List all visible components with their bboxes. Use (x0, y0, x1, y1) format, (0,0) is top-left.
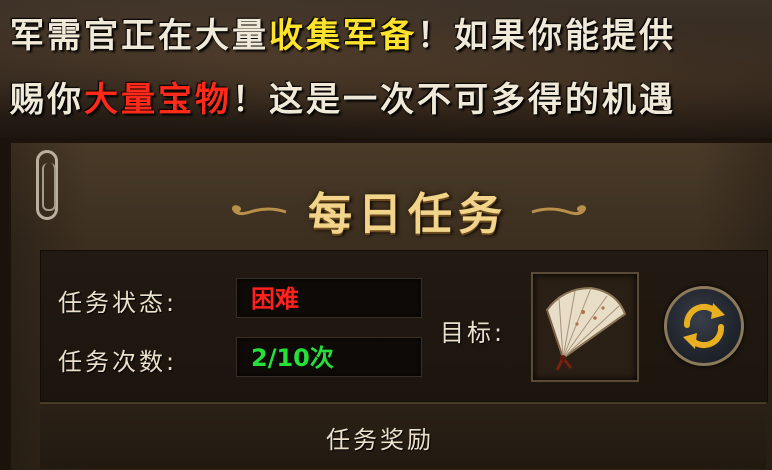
refresh-task-button[interactable] (664, 286, 744, 366)
target-item-slot[interactable] (531, 272, 639, 382)
task-status-value: 困难 (236, 278, 422, 318)
announcement-text: ！如果你能提供 (417, 16, 676, 56)
scroll-ornament-right-icon (531, 205, 586, 216)
task-status-label: 任务状态: (58, 289, 178, 317)
task-count-label: 任务次数: (58, 348, 178, 376)
task-info-box (40, 250, 768, 402)
task-count-value: 2/10次 (236, 337, 422, 377)
folding-fan-icon (545, 286, 627, 371)
panel-title: 每日任务 (308, 189, 508, 240)
target-label: 目标: (440, 319, 506, 347)
announcement-banner: 军需官正在大量收集军备！如果你能提供 赐你大量宝物！这是一次不可多得的机遇 (0, 0, 772, 138)
announcement-highlight: 大量宝物 (84, 80, 232, 120)
announcement-highlight: 收集军备 (269, 16, 417, 56)
reward-title: 任务奖励 (326, 426, 434, 454)
announcement-line-2: 赐你大量宝物！这是一次不可多得的机遇 (10, 72, 676, 121)
announcement-text: 军需官正在大量 (10, 16, 269, 56)
announcement-text: 赐你 (10, 80, 84, 120)
announcement-line-1: 军需官正在大量收集军备！如果你能提供 (10, 8, 676, 57)
paperclip-icon (36, 150, 58, 220)
announcement-text: ！这是一次不可多得的机遇 (232, 80, 676, 120)
refresh-icon (683, 303, 725, 349)
